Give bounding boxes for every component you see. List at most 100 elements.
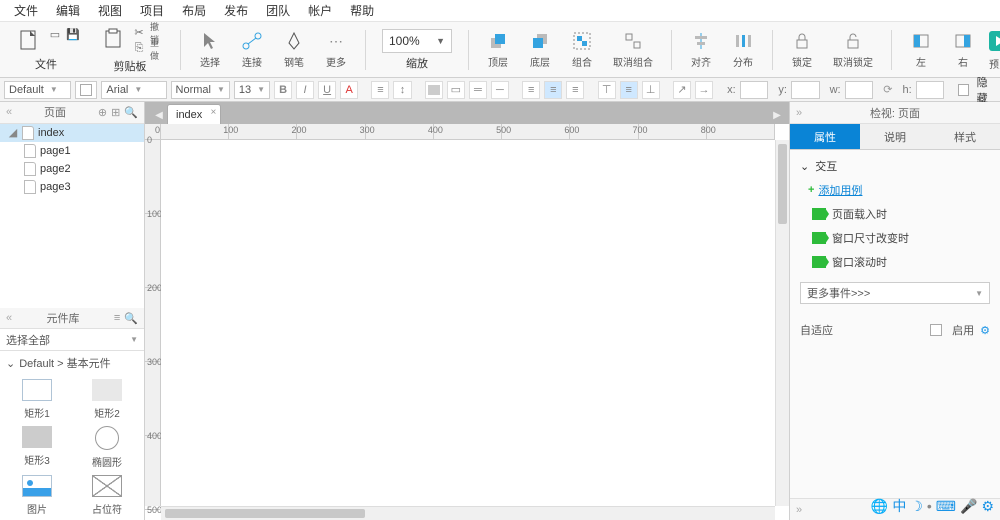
send-back[interactable]: 底层: [523, 28, 557, 71]
style-preset-select[interactable]: Default▼: [4, 81, 71, 99]
weight-select[interactable]: Normal▼: [171, 81, 230, 99]
save-icon[interactable]: 💾: [66, 28, 80, 42]
line-style-button[interactable]: ─: [491, 81, 509, 99]
h-align-left[interactable]: ≡: [522, 81, 540, 99]
tray-icon[interactable]: 中: [892, 496, 906, 516]
widget-image[interactable]: 图片: [4, 475, 70, 516]
text-color-button[interactable]: A: [340, 81, 358, 99]
event-window-resize[interactable]: 窗口尺寸改变时: [812, 230, 990, 246]
v-align-mid[interactable]: ≡: [620, 81, 638, 99]
tray-icon[interactable]: 🎤: [960, 498, 977, 515]
hscroll-thumb[interactable]: [165, 509, 365, 518]
lineheight-button[interactable]: ↕: [393, 81, 411, 99]
search-icon[interactable]: 🔍: [124, 106, 138, 119]
menu-team[interactable]: 团队: [258, 0, 298, 21]
hscrollbar[interactable]: [161, 506, 775, 520]
v-align-top[interactable]: ⊤: [598, 81, 616, 99]
tab-notes[interactable]: 说明: [860, 124, 930, 149]
v-align-bot[interactable]: ⊥: [642, 81, 660, 99]
collapse-toggle-icon[interactable]: ◢: [8, 126, 18, 139]
italic-button[interactable]: I: [296, 81, 314, 99]
tree-root[interactable]: ◢index: [0, 124, 144, 142]
widget-rect2[interactable]: 矩形2: [74, 379, 140, 420]
underline-button[interactable]: U: [318, 81, 336, 99]
tab-properties[interactable]: 属性: [790, 124, 860, 149]
select-tool[interactable]: 选择: [193, 28, 227, 71]
add-folder-icon[interactable]: ⊞: [111, 106, 120, 119]
tray-icon[interactable]: ☽: [910, 498, 923, 515]
library-filter-select[interactable]: 选择全部▼: [0, 329, 144, 351]
tree-item-page2[interactable]: page2: [0, 160, 144, 178]
vscrollbar[interactable]: [775, 140, 789, 506]
pen-tool[interactable]: 钢笔: [277, 28, 311, 71]
tab-style[interactable]: 样式: [930, 124, 1000, 149]
widget-rect3[interactable]: 矩形3: [4, 426, 70, 469]
x-input[interactable]: [740, 81, 769, 99]
hide-checkbox[interactable]: [958, 84, 969, 96]
menu-publish[interactable]: 发布: [216, 0, 256, 21]
tray-icon[interactable]: •: [927, 498, 932, 514]
add-page-icon[interactable]: ⊕: [98, 106, 107, 119]
menu-project[interactable]: 项目: [132, 0, 172, 21]
lock-btn[interactable]: 锁定: [785, 28, 819, 71]
collapse-icon[interactable]: «: [6, 312, 12, 324]
widget-ellipse[interactable]: 椭圆形: [74, 426, 140, 469]
tab-scroll-right[interactable]: ▶: [769, 106, 785, 124]
bullets-button[interactable]: ≡: [371, 81, 389, 99]
border-style-button[interactable]: ▭: [447, 81, 465, 99]
vscroll-thumb[interactable]: [778, 144, 787, 224]
library-search-icon[interactable]: 🔍: [124, 312, 138, 325]
zoom-select[interactable]: 100%▼: [382, 29, 452, 53]
tab-index[interactable]: index×: [167, 104, 221, 124]
event-window-scroll[interactable]: 窗口滚动时: [812, 254, 990, 270]
library-menu-icon[interactable]: ≡: [114, 312, 120, 325]
tree-item-page3[interactable]: page3: [0, 178, 144, 196]
tab-scroll-left[interactable]: ◀: [151, 106, 167, 124]
border-width-button[interactable]: ═: [469, 81, 487, 99]
design-canvas[interactable]: [161, 140, 775, 506]
library-category[interactable]: ⌄Default > 基本元件: [0, 351, 144, 375]
unlock-btn[interactable]: 取消锁定: [827, 28, 879, 71]
menu-layout[interactable]: 布局: [174, 0, 214, 21]
ungroup-btn[interactable]: 取消组合: [607, 28, 659, 71]
align-left-btn[interactable]: 左: [904, 28, 938, 71]
adaptive-settings-icon[interactable]: ⚙: [980, 324, 990, 337]
align-right-btn[interactable]: 右: [946, 28, 980, 71]
align-btn[interactable]: 对齐: [684, 28, 718, 71]
fill-color-select[interactable]: [75, 81, 97, 99]
tray-icon[interactable]: ⌨: [936, 498, 956, 515]
menu-edit[interactable]: 编辑: [48, 0, 88, 21]
copy-icon[interactable]: ⎘: [132, 42, 146, 56]
tray-icon[interactable]: 🌐: [871, 498, 888, 515]
menu-file[interactable]: 文件: [6, 0, 46, 21]
widget-placeholder[interactable]: 占位符: [74, 475, 140, 516]
paste-button[interactable]: [96, 26, 130, 56]
h-input[interactable]: [916, 81, 945, 99]
more-events-select[interactable]: 更多事件>>>▼: [800, 282, 990, 304]
open-icon[interactable]: ▭: [48, 28, 62, 42]
group-btn[interactable]: 组合: [565, 28, 599, 71]
arrow-tool[interactable]: ↗: [673, 81, 691, 99]
collapse-icon[interactable]: »: [796, 504, 802, 516]
more-tools[interactable]: ⋯更多: [319, 28, 353, 71]
tray-icon[interactable]: ⚙: [981, 498, 994, 515]
arrow-end[interactable]: →: [695, 81, 713, 99]
close-tab-icon[interactable]: ×: [210, 107, 216, 118]
connect-tool[interactable]: 连接: [235, 28, 269, 71]
fontsize-select[interactable]: 13▼: [234, 81, 270, 99]
event-page-load[interactable]: 页面载入时: [812, 206, 990, 222]
collapse-icon[interactable]: »: [796, 107, 802, 119]
menu-help[interactable]: 帮助: [342, 0, 382, 21]
h-align-center[interactable]: ≡: [544, 81, 562, 99]
bg-fill-button[interactable]: [425, 81, 443, 99]
tree-item-page1[interactable]: page1: [0, 142, 144, 160]
section-interactions[interactable]: ⌄交互: [800, 158, 990, 174]
add-case-link[interactable]: +添加用例: [808, 182, 990, 198]
h-align-right[interactable]: ≡: [566, 81, 584, 99]
bring-front[interactable]: 顶层: [481, 28, 515, 71]
menu-account[interactable]: 帐户: [300, 0, 340, 21]
menu-view[interactable]: 视图: [90, 0, 130, 21]
dims-link-icon[interactable]: ⟳: [883, 83, 892, 96]
widget-rect1[interactable]: 矩形1: [4, 379, 70, 420]
enable-checkbox[interactable]: [930, 324, 942, 336]
